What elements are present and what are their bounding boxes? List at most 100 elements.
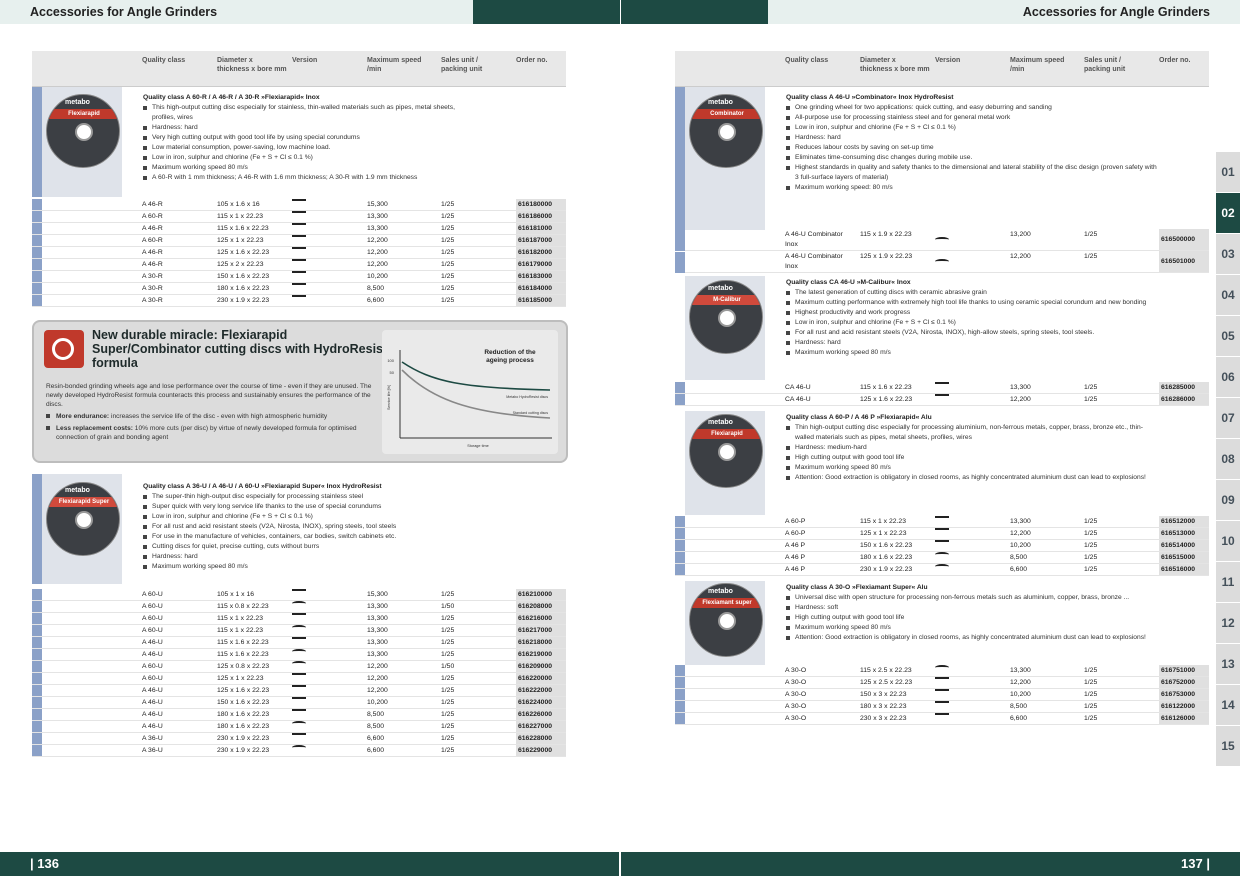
speed-cell: 13,300 (367, 213, 388, 220)
diameter-cell: 150 x 1.6 x 22.23 (217, 273, 270, 280)
diameter-cell: 180 x 1.6 x 22.23 (860, 554, 913, 561)
speed-cell: 12,200 (367, 663, 388, 670)
sales-cell: 1/25 (441, 261, 455, 268)
diameter-cell: 230 x 1.9 x 22.23 (217, 747, 270, 754)
product-description: Quality class CA 46-U »M-Calibur« Inox T… (786, 278, 1161, 358)
flat-disc-icon (292, 613, 306, 615)
chapter-tab-01[interactable]: 01 (1216, 152, 1240, 192)
quality-cell: A 46-R (142, 225, 163, 232)
speed-cell: 12,200 (367, 249, 388, 256)
sales-cell: 1/25 (441, 699, 455, 706)
order-cell: 616501000 (1159, 251, 1209, 272)
row-marker (32, 589, 42, 600)
quality-cell: A 46 P (785, 542, 806, 549)
depressed-centre-icon (292, 649, 306, 654)
diameter-cell: 180 x 1.6 x 22.23 (217, 711, 270, 718)
flat-disc-icon (292, 733, 306, 735)
table-row: A 46-U 180 x 1.6 x 22.23 8,500 1/25 61622700… (32, 721, 566, 733)
quality-cell: A 46-U (142, 711, 163, 718)
row-marker (32, 259, 42, 270)
chapter-tab-11[interactable]: 11 (1216, 562, 1240, 602)
product-description: Quality class A 60-P / A 46 P »Flexiarap… (786, 413, 1161, 483)
chapter-tab-12[interactable]: 12 (1216, 603, 1240, 643)
feature-bullet: Eliminates time-consuming disc changes d… (786, 153, 1161, 163)
row-marker (675, 394, 685, 405)
chapter-tab-05[interactable]: 05 (1216, 316, 1240, 356)
order-cell: 616226000 (516, 709, 566, 720)
speed-cell: 12,200 (367, 675, 388, 682)
feature-bullet: All-purpose use for processing stainless… (786, 113, 1161, 123)
table-row: A 36-U 230 x 1.9 x 22.23 6,600 1/25 61622900… (32, 745, 566, 757)
chapter-tab-15[interactable]: 15 (1216, 726, 1240, 766)
table-header-left: Quality class Diameter x thickness x bor… (32, 51, 566, 87)
quality-cell: A 46-U (142, 687, 163, 694)
graph-line1-label: Metabo HydroResist discs (506, 395, 548, 399)
order-cell: 616752000 (1159, 677, 1209, 688)
feature-bullet: Attention: Good extraction is obligatory… (786, 473, 1161, 483)
chapter-tab-02[interactable]: 02 (1216, 193, 1240, 233)
cutting-disc-image: metabo Flexiarapid (689, 414, 763, 488)
graph-y-50: 50 (390, 370, 395, 375)
flat-disc-icon (935, 528, 949, 530)
chapter-tab-06[interactable]: 06 (1216, 357, 1240, 397)
diameter-cell: 115 x 1 x 22.23 (217, 627, 263, 634)
order-cell: 616516000 (1159, 564, 1209, 575)
speed-cell: 12,200 (1010, 530, 1031, 537)
sales-cell: 1/25 (441, 627, 455, 634)
sales-cell: 1/25 (441, 297, 455, 304)
chapter-tab-10[interactable]: 10 (1216, 521, 1240, 561)
feature-bullet: Hardness: hard (786, 338, 1161, 348)
cutting-disc-image: metabo M-Calibur (689, 280, 763, 354)
sales-cell: 1/25 (441, 615, 455, 622)
feature-bullet: Universal disc with open structure for p… (786, 593, 1161, 603)
chapter-tab-09[interactable]: 09 (1216, 480, 1240, 520)
diameter-cell: 180 x 1.6 x 22.23 (217, 723, 270, 730)
order-cell: 616208000 (516, 601, 566, 612)
sales-cell: 1/25 (1084, 554, 1098, 561)
sales-cell: 1/25 (441, 735, 455, 742)
feature-bullet: This high-output cutting disc especially… (143, 103, 473, 123)
diameter-cell: 125 x 1.9 x 22.23 (860, 253, 913, 260)
diameter-cell: 150 x 3 x 22.23 (860, 691, 907, 698)
speed-cell: 13,200 (1010, 231, 1031, 238)
order-cell: 616515000 (1159, 552, 1209, 563)
table-row: A 60-R 125 x 1 x 22.23 12,200 1/25 616187000 (32, 235, 566, 247)
speed-cell: 10,200 (367, 273, 388, 280)
row-marker (675, 516, 685, 527)
quality-cell: A 30-R (142, 273, 163, 280)
chapter-tab-13[interactable]: 13 (1216, 644, 1240, 684)
flat-disc-icon (292, 673, 306, 675)
quality-cell: A 60-U (142, 615, 163, 622)
section-marker (32, 474, 42, 584)
flat-disc-icon (935, 540, 949, 542)
feature-bullet: Maximum working speed: 80 m/s (786, 183, 1161, 193)
order-cell: 616209000 (516, 661, 566, 672)
table-row: A 30-O 180 x 3 x 22.23 8,500 1/25 616122000 (675, 701, 1209, 713)
sales-cell: 1/25 (1084, 396, 1098, 403)
speed-cell: 8,500 (1010, 703, 1028, 710)
row-marker (32, 721, 42, 732)
table-row: CA 46-U 125 x 1.6 x 22.23 12,200 1/25 616286… (675, 394, 1209, 406)
section-marker (32, 87, 42, 197)
feature-bullet: Maximum working speed 80 m/s (786, 348, 1161, 358)
product-description: Quality class A 46-U »Combinator« Inox H… (786, 93, 1161, 193)
quality-cell: CA 46-U (785, 384, 811, 391)
diameter-cell: 105 x 1.6 x 16 (217, 201, 260, 208)
chapter-tab-04[interactable]: 04 (1216, 275, 1240, 315)
speed-cell: 8,500 (367, 711, 385, 718)
feature-bullet: Maximum cutting performance with extreme… (786, 298, 1161, 308)
speed-cell: 13,300 (367, 627, 388, 634)
quality-cell: A 36-U (142, 747, 163, 754)
quality-cell: A 46 P (785, 554, 806, 561)
chapter-tab-07[interactable]: 07 (1216, 398, 1240, 438)
row-marker (32, 223, 42, 234)
order-cell: 616228000 (516, 733, 566, 744)
chapter-tab-14[interactable]: 14 (1216, 685, 1240, 725)
feature-bullet: Low in iron, sulphur and chlorine (Fe + … (786, 123, 1161, 133)
speed-cell: 13,300 (367, 651, 388, 658)
sales-cell: 1/25 (1084, 667, 1098, 674)
left-page-number: | 136 (0, 852, 619, 876)
chapter-tab-03[interactable]: 03 (1216, 234, 1240, 274)
feature-bullet: Hardness: hard (143, 552, 473, 562)
chapter-tab-08[interactable]: 08 (1216, 439, 1240, 479)
